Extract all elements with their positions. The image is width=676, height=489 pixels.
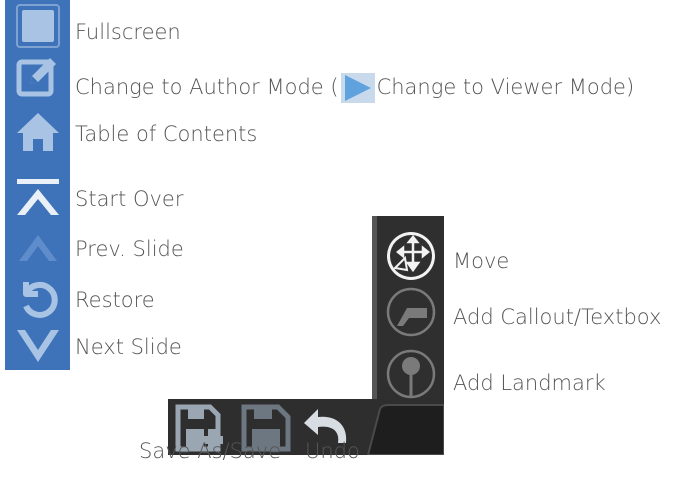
add-callout-label: Add Callout/Textbox: [453, 305, 662, 329]
move-label: Move: [453, 249, 510, 273]
left-toolbar: [5, 0, 70, 370]
landmark-icon[interactable]: [385, 348, 437, 400]
fullscreen-icon[interactable]: [13, 4, 63, 48]
fullscreen-label: Fullscreen: [75, 20, 181, 44]
restore-label: Restore: [75, 288, 155, 312]
tab-shape: [366, 404, 444, 455]
toc-label: Table of Contents: [75, 122, 258, 146]
next-slide-icon[interactable]: [13, 323, 63, 367]
viewer-mode-icon: [340, 73, 375, 103]
save-label: Save As/Save: [139, 439, 282, 463]
add-landmark-label: Add Landmark: [453, 371, 606, 395]
restore-icon[interactable]: [13, 276, 63, 320]
callout-icon[interactable]: [385, 286, 437, 338]
move-icon[interactable]: [385, 230, 437, 282]
author-mode-label: Change to Author Mode ( Change to Viewer …: [75, 73, 634, 103]
start-over-icon[interactable]: [13, 175, 63, 219]
start-over-label: Start Over: [75, 187, 184, 211]
home-icon[interactable]: [13, 110, 63, 154]
prev-slide-icon[interactable]: [13, 226, 63, 270]
next-slide-label: Next Slide: [75, 335, 182, 359]
author-mode-text: Change to Author Mode (: [75, 75, 339, 99]
edit-icon[interactable]: [13, 54, 63, 98]
undo-label: Undo: [305, 439, 360, 463]
viewer-mode-text: Change to Viewer Mode): [376, 75, 635, 99]
prev-slide-label: Prev. Slide: [75, 237, 184, 261]
author-tools-panel: [377, 216, 444, 416]
